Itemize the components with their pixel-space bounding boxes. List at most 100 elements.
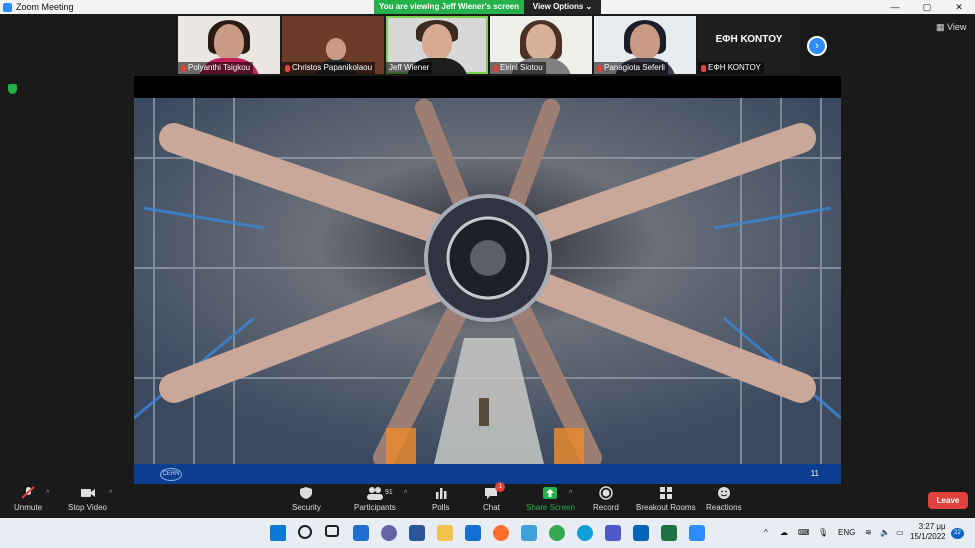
chat-label: Chat [483,503,500,512]
participant-tile[interactable]: ΕΦΗ ΚΟΝΤΟΥ ΕΦΗ ΚΟΝΤΟΥ [698,16,800,74]
mic-muted-icon [701,64,706,72]
file-explorer-icon[interactable] [437,525,453,541]
audio-options-caret[interactable]: ^ [46,490,49,497]
share-screen-button[interactable]: Share Screen [526,486,575,512]
security-button[interactable]: Security [292,486,321,512]
cloud-icon[interactable]: ☁ [780,528,788,537]
zoom-taskbar-icon[interactable] [689,525,705,541]
slide-image [134,98,841,464]
widgets-icon[interactable] [353,525,369,541]
windows-taskbar: ^ ☁ ⌨ 🎙 ENG ≋ 🔈 ▭ 3:27 μμ 15/1/2022 22 [0,518,975,548]
meeting-toolbar: Unmute ^ Stop Video ^ Security Participa… [0,482,975,518]
outlook-icon[interactable] [633,525,649,541]
polls-icon [433,486,449,500]
participant-face [326,38,346,60]
view-options-button[interactable]: View Options ⌄ [524,0,601,14]
windows-start-icon[interactable] [270,525,286,541]
breakout-rooms-icon [658,486,674,500]
microphone-icon[interactable]: 🎙 [818,528,828,537]
edge-icon[interactable] [577,525,593,541]
wifi-icon[interactable]: ≋ [865,528,872,537]
participant-face [422,24,452,60]
participant-face [214,24,244,60]
mic-muted-icon [597,64,602,72]
slide-page-number: 11 [810,469,819,478]
reactions-button[interactable]: Reactions [706,486,742,512]
notification-center-badge[interactable]: 22 [951,528,964,539]
participant-name: Jeff Wiener [389,63,430,72]
participant-name: Christos Papanikolaou [292,63,373,72]
encryption-shield-icon[interactable] [8,84,17,94]
unmute-button[interactable]: Unmute [14,486,42,512]
polls-button[interactable]: Polls [432,486,449,512]
unmute-label: Unmute [14,503,43,512]
participant-name: Polyanthi Tsigkou [188,63,251,72]
participant-tile[interactable]: Polyanthi Tsigkou [178,16,280,74]
participant-name: Eirini Siotou [500,63,543,72]
search-icon[interactable] [298,525,312,539]
keyboard-icon[interactable]: ⌨ [798,528,810,537]
participant-tile[interactable]: Panagiota Seferli [594,16,696,74]
participant-face [630,24,660,60]
maximize-button[interactable]: ▢ [911,0,943,14]
participant-name-tag: Panagiota Seferli [594,62,668,74]
participant-name-tag: Polyanthi Tsigkou [178,62,254,74]
chat-button[interactable]: 1 Chat [483,482,506,512]
record-button[interactable]: Record [593,486,619,512]
security-label: Security [292,503,321,512]
minimize-button[interactable]: — [879,0,911,14]
viewing-screen-message: You are viewing Jeff Wiener's screen [374,0,524,14]
participant-display-name: ΕΦΗ ΚΟΝΤΟΥ [715,34,783,45]
record-icon [598,486,614,500]
participants-count: 91 [385,489,393,496]
video-camera-icon [80,486,96,500]
window-controls: — ▢ ✕ [879,0,975,14]
share-options-caret[interactable]: ^ [569,490,572,497]
participant-name: ΕΦΗ ΚΟΝΤΟΥ [708,63,761,72]
chrome-icon[interactable] [549,525,565,541]
mail-icon[interactable] [465,525,481,541]
meeting-stage: Polyanthi Tsigkou Christos Papanikolaou … [0,14,975,484]
leave-button[interactable]: Leave [928,492,968,509]
word-icon[interactable] [409,525,425,541]
participant-name-tag: Jeff Wiener [386,62,433,74]
view-button[interactable]: ▦ View [936,22,966,33]
mic-muted-icon [181,64,186,72]
teams-icon[interactable] [605,525,621,541]
gallery-next-button[interactable]: › [807,36,827,56]
clock-date: 15/1/2022 [910,532,946,541]
participant-tile[interactable]: Jeff Wiener [386,16,488,74]
input-language[interactable]: ENG [838,528,855,537]
mic-muted-icon [20,486,36,500]
firefox-icon[interactable] [493,525,509,541]
system-clock[interactable]: 3:27 μμ 15/1/2022 [910,522,946,542]
participant-tile[interactable]: Eirini Siotou [490,16,592,74]
participant-tile[interactable]: Christos Papanikolaou [282,16,384,74]
gallery-strip: Polyanthi Tsigkou Christos Papanikolaou … [178,16,800,74]
excel-icon[interactable] [661,525,677,541]
close-button[interactable]: ✕ [943,0,975,14]
teams-chat-icon[interactable] [381,525,397,541]
chat-icon: 1 [483,482,506,500]
stop-video-button[interactable]: Stop Video [68,486,107,512]
volume-icon[interactable]: 🔈 [880,528,890,537]
share-screen-icon [542,486,558,500]
stop-video-label: Stop Video [68,503,107,512]
mic-muted-icon [493,64,498,72]
share-screen-label: Share Screen [526,503,575,512]
participants-icon [366,486,383,500]
participants-options-caret[interactable]: ^ [404,490,407,497]
battery-icon[interactable]: ▭ [896,528,904,537]
mic-muted-icon [285,64,290,72]
tray-overflow-icon[interactable]: ^ [764,528,768,537]
sticky-notes-icon[interactable] [521,525,537,541]
video-options-caret[interactable]: ^ [109,490,112,497]
slide-footer: CERN 11 [134,464,841,484]
breakout-rooms-button[interactable]: Breakout Rooms [636,486,696,512]
task-view-icon[interactable] [325,525,339,537]
view-label: View [947,22,967,32]
chat-unread-badge: 1 [495,482,506,492]
polls-label: Polls [432,503,450,512]
record-label: Record [593,503,619,512]
participant-name: Panagiota Seferli [604,63,665,72]
